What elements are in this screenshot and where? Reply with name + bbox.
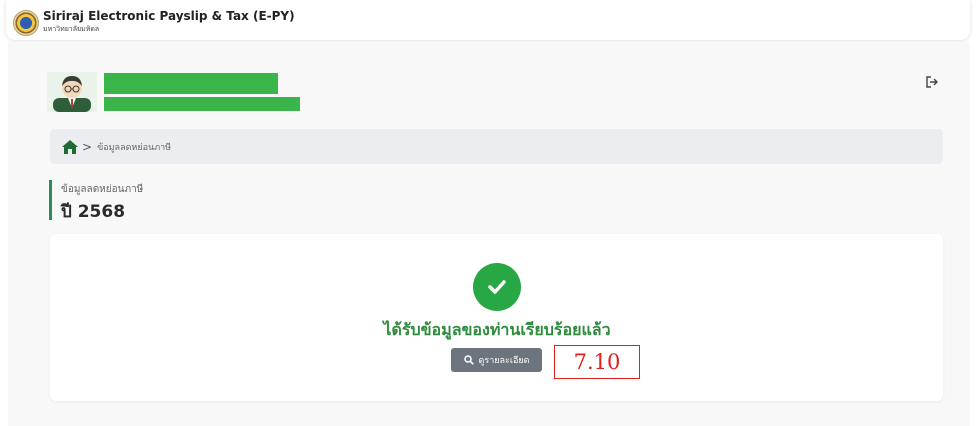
user-avatar-icon [47,72,97,112]
check-circle-icon [473,263,521,311]
section-heading: ข้อมูลลดหย่อนภาษี ปี 2568 [49,180,144,222]
app-title: Siriraj Electronic Payslip & Tax (E-PY) [43,9,295,23]
app-subtitle: มหาวิทยาลัยมหิดล [43,25,100,33]
breadcrumb: > ข้อมูลลดหย่อนภาษี [50,129,943,164]
breadcrumb-current: ข้อมูลลดหย่อนภาษี [97,142,172,153]
breadcrumb-separator: > [82,139,93,154]
home-icon[interactable] [62,139,78,154]
search-icon [463,355,474,365]
view-details-label: ดูรายละเอียด [478,356,530,366]
redacted-user-name [104,73,278,94]
logout-icon[interactable] [925,75,939,89]
checkmark-icon [488,280,506,294]
year-label: ปี 2568 [61,202,126,222]
annotation-label: 7.10 [554,345,640,379]
university-seal-icon [13,10,39,36]
success-message: ได้รับข้อมูลของท่านเรียบร้อยแล้ว [383,320,611,339]
top-header: Siriraj Electronic Payslip & Tax (E-PY) … [6,0,970,40]
view-details-button[interactable]: ดูรายละเอียด [451,348,542,372]
section-title: ข้อมูลลดหย่อนภาษี [61,184,144,195]
redacted-user-department [104,97,300,111]
